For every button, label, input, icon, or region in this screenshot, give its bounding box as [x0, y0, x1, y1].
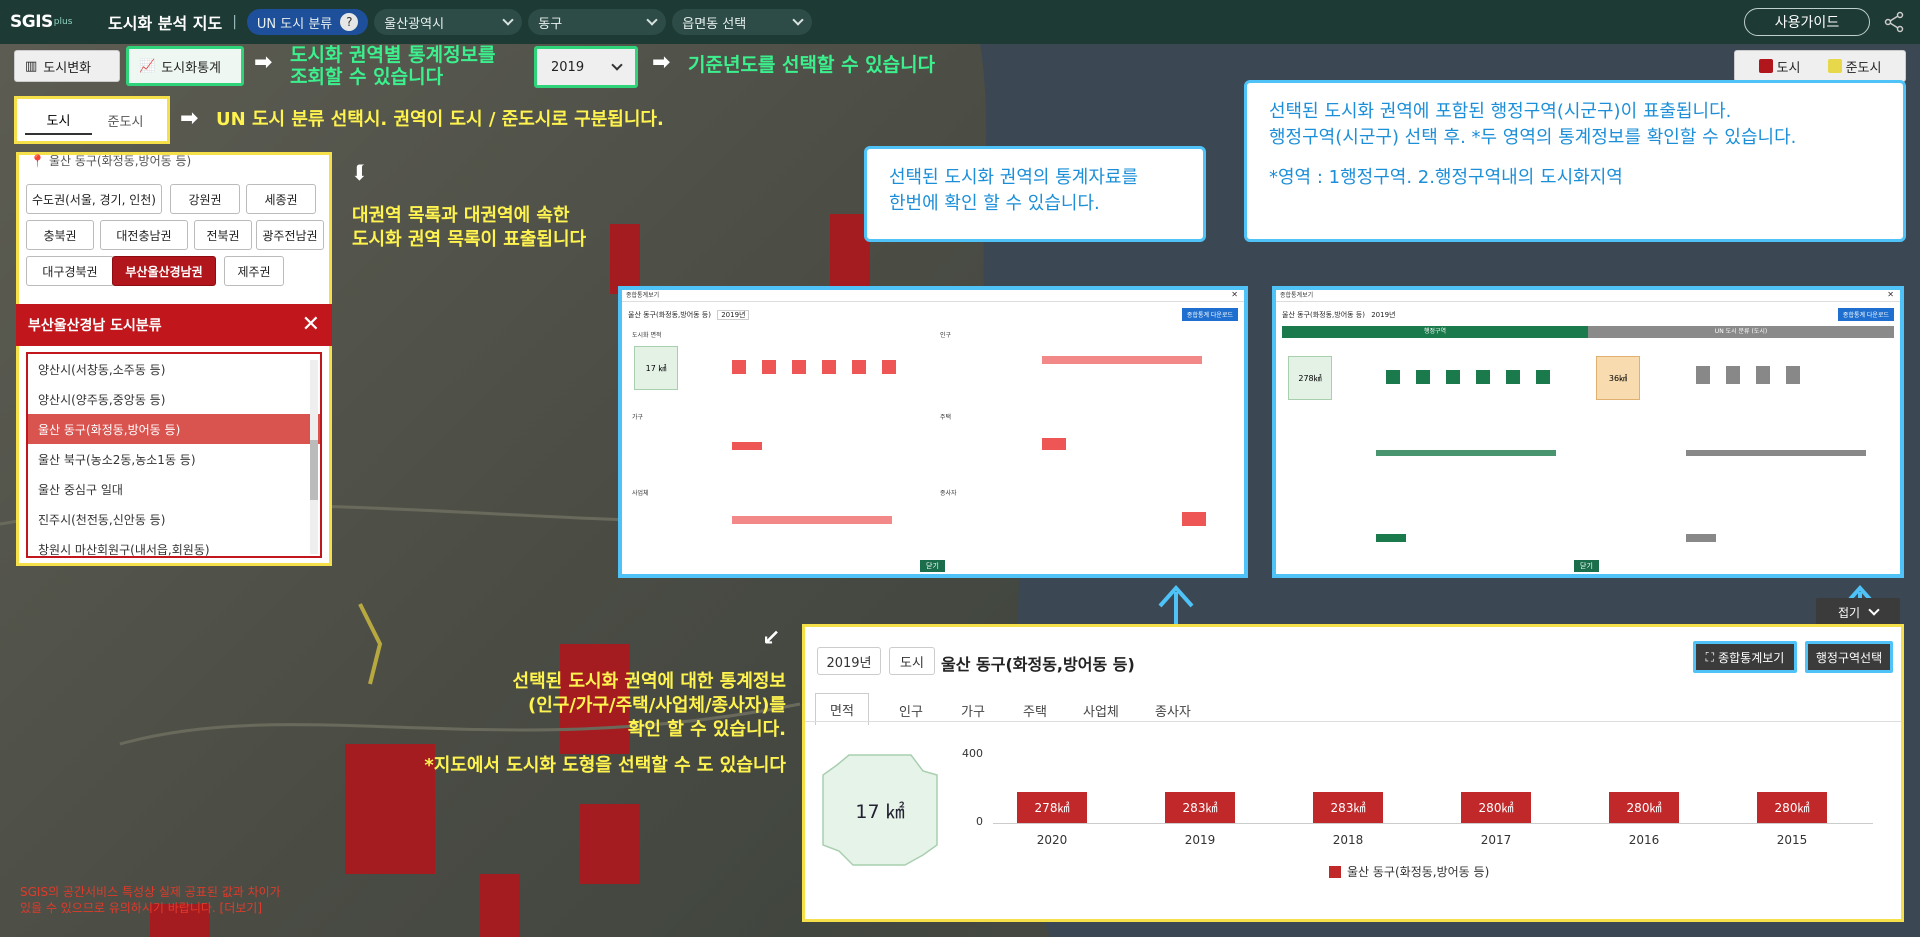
collapse-button[interactable]: 접기 — [1816, 598, 1900, 626]
bottom-note-line1: 선택된 도시화 권역에 대한 통계정보 — [512, 671, 786, 692]
bottom-note-line4: *지도에서 도시화 도형을 선택할 수 도 있습니다 — [424, 755, 786, 776]
x-tick: 2020 — [1036, 833, 1068, 847]
tab-household[interactable]: 가구 — [961, 701, 985, 720]
chart-bar[interactable]: 283㎢ — [1165, 792, 1235, 823]
x-axis-line — [993, 823, 1873, 824]
chart-bar[interactable]: 283㎢ — [1313, 792, 1383, 823]
stat-type-tag: 도시 — [889, 647, 935, 675]
disclaimer-line2[interactable]: 있을 수 있으므로 유의하시기 바랍니다. [더보기] — [20, 900, 281, 916]
bottom-note-line3: 확인 할 수 있습니다. — [627, 719, 786, 740]
chart-bar[interactable]: 280㎢ — [1609, 792, 1679, 823]
x-tick: 2015 — [1776, 833, 1808, 847]
bottom-note: 선택된 도시화 권역에 대한 통계정보 (인구/가구/주택/사업체/종사자)를 … — [380, 670, 786, 778]
x-tick: 2019 — [1184, 833, 1216, 847]
summary-stats-label: 종합통계보기 — [1718, 650, 1785, 665]
tab-divider — [805, 721, 1901, 722]
y-tick: 400 — [962, 747, 983, 760]
admin-select-button[interactable]: 행정구역선택 — [1805, 641, 1893, 673]
stat-year-tag: 2019년 — [817, 647, 881, 675]
x-tick: 2018 — [1332, 833, 1364, 847]
stat-subject: 울산 동구(화정동,방어동 등) — [941, 655, 1135, 674]
stat-panel: 2019년 도시 울산 동구(화정동,방어동 등) ⛶ 종합통계보기 행정구역선… — [802, 624, 1904, 922]
tab-business[interactable]: 사업체 — [1083, 701, 1119, 720]
disclaimer: SGIS의 공간서비스 특성상 실제 공표된 값과 차이가 있을 수 있으므로 … — [20, 884, 281, 916]
legend-swatch — [1329, 865, 1341, 878]
chart-legend-label: 울산 동구(화정동,방어동 등) — [1347, 865, 1490, 879]
summary-stats-button[interactable]: ⛶ 종합통계보기 — [1693, 641, 1797, 673]
disclaimer-line1: SGIS의 공간서비스 특성상 실제 공표된 값과 차이가 — [20, 885, 281, 899]
x-tick: 2016 — [1628, 833, 1660, 847]
chevron-down-icon — [1868, 604, 1880, 616]
tab-housing[interactable]: 주택 — [1023, 701, 1047, 720]
collapse-label: 접기 — [1837, 605, 1861, 620]
tab-population[interactable]: 인구 — [899, 701, 923, 720]
y-tick: 0 — [976, 815, 983, 828]
chart-bar[interactable]: 280㎢ — [1461, 792, 1531, 823]
chart-bar[interactable]: 280㎢ — [1757, 792, 1827, 823]
area-label: 17 ㎢ — [855, 801, 905, 823]
x-tick: 2017 — [1480, 833, 1512, 847]
tab-employee[interactable]: 종사자 — [1155, 701, 1191, 720]
chart-legend: 울산 동구(화정동,방어동 등) — [1329, 863, 1489, 880]
expand-icon: ⛶ — [1705, 649, 1715, 664]
chart-bar[interactable]: 278㎢ — [1017, 792, 1087, 823]
bottom-note-line2: (인구/가구/주택/사업체/종사자)를 — [527, 695, 786, 716]
arrow-down-icon: ↙ — [762, 626, 781, 651]
